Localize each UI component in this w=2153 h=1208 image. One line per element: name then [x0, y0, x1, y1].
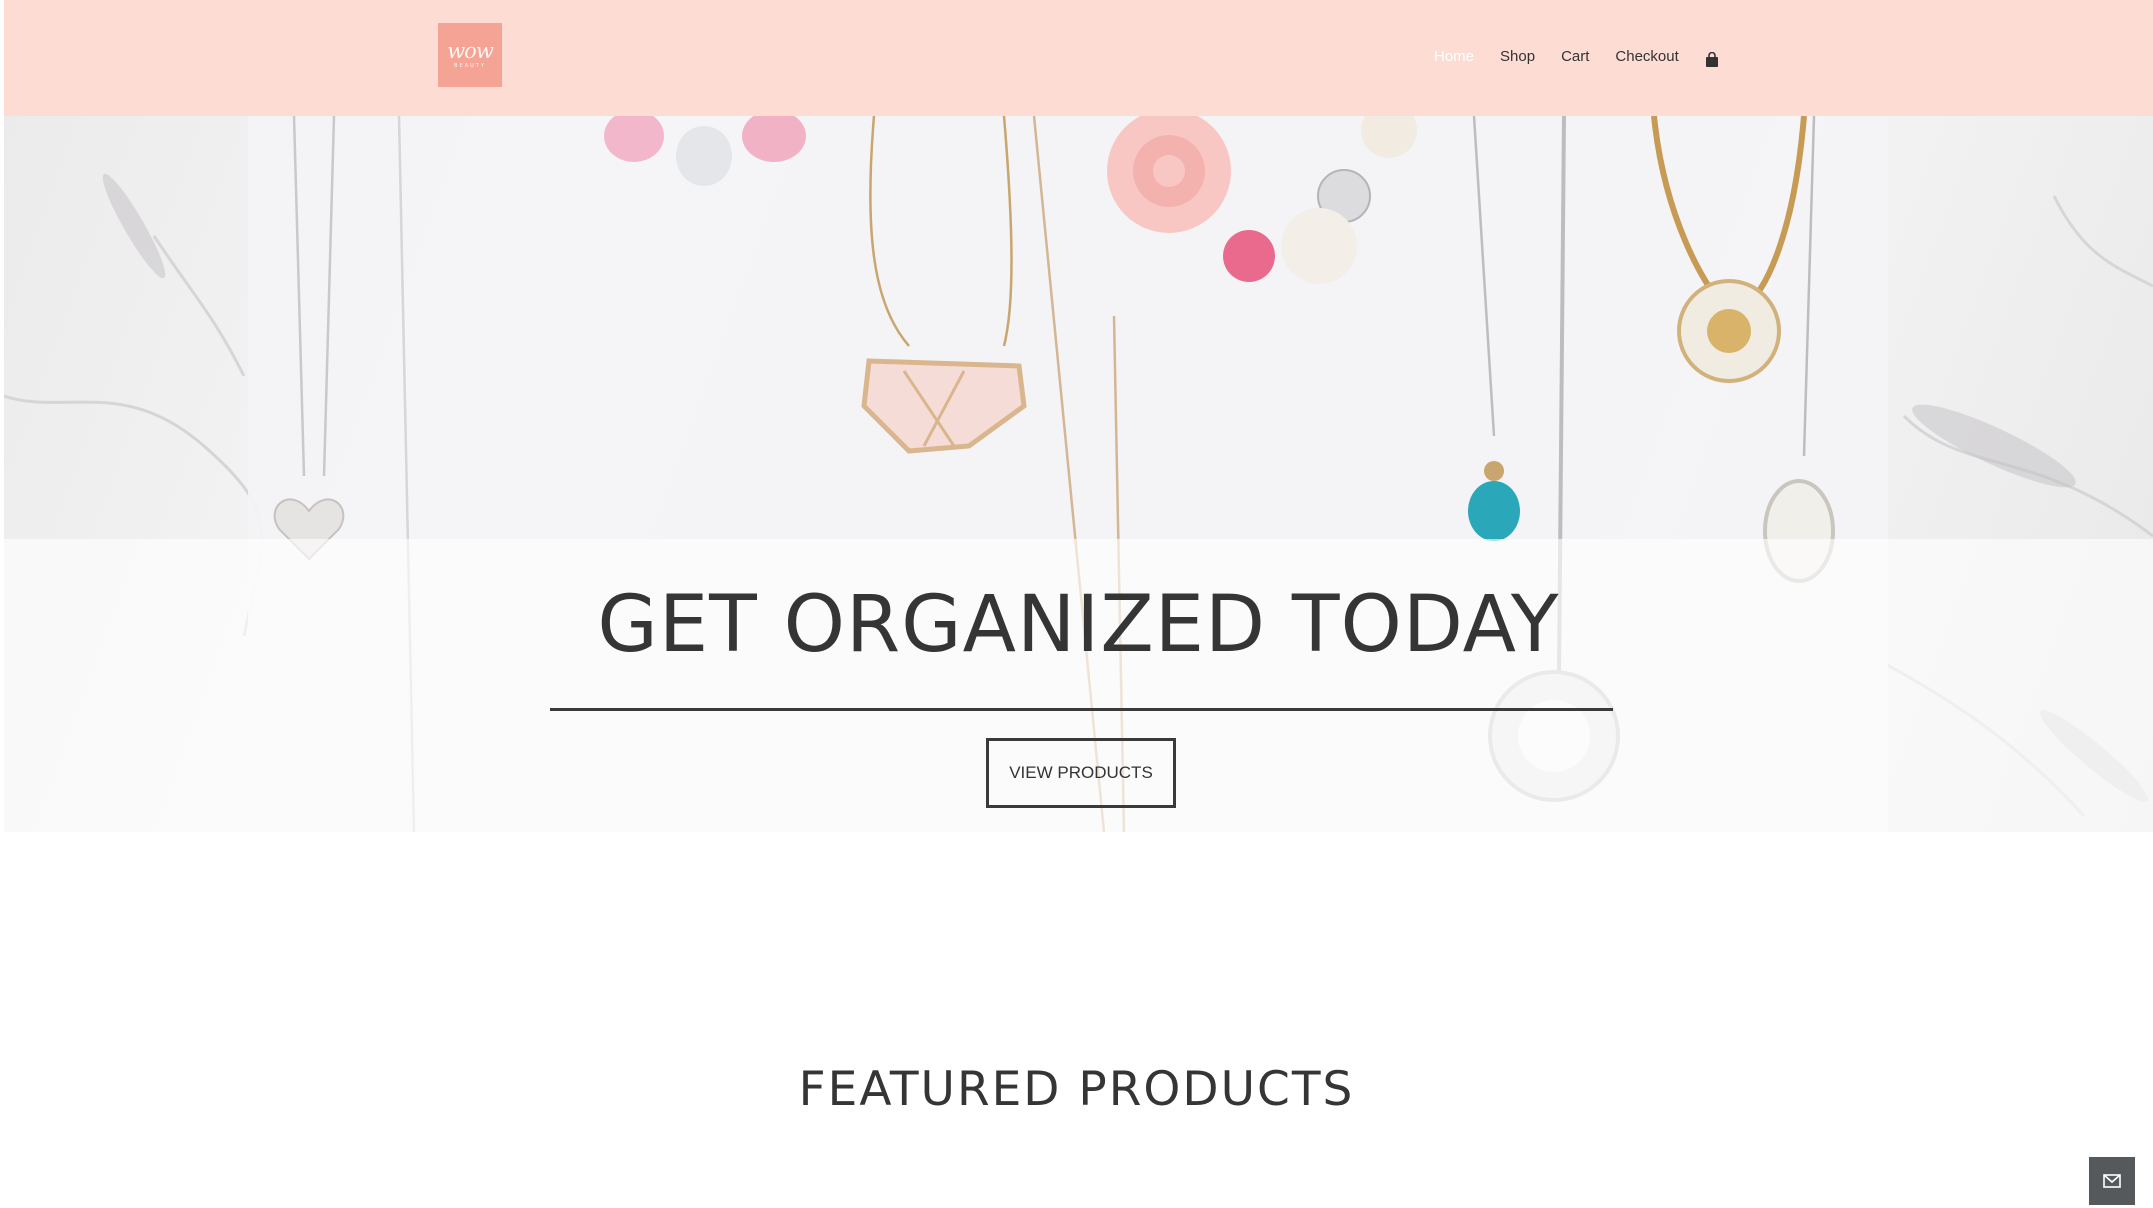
nav-home[interactable]: Home	[1434, 45, 1474, 69]
nav-checkout[interactable]: Checkout	[1615, 45, 1678, 69]
logo-sub-text: BEAUTY	[454, 63, 486, 69]
site-header: wow BEAUTY Home Shop Cart Checkout	[4, 0, 2153, 116]
main-nav: Home Shop Cart Checkout	[1434, 45, 1725, 69]
nav-shop[interactable]: Shop	[1500, 45, 1535, 69]
logo-script-text: wow	[447, 39, 494, 63]
hero-title: GET ORGANIZED TODAY	[597, 580, 1560, 670]
featured-products-heading: FEATURED PRODUCTS	[798, 1062, 1355, 1117]
shopping-bag-icon[interactable]	[1705, 46, 1725, 68]
hero-banner: GET ORGANIZED TODAY VIEW PRODUCTS	[4, 116, 2153, 832]
nav-cart[interactable]: Cart	[1561, 45, 1589, 69]
contact-button[interactable]	[2089, 1157, 2135, 1205]
mail-icon	[2103, 1174, 2121, 1188]
view-products-button[interactable]: VIEW PRODUCTS	[986, 738, 1176, 808]
page: wow BEAUTY Home Shop Cart Checkout GET O…	[0, 0, 2153, 1208]
hero-divider	[550, 708, 1613, 711]
site-logo[interactable]: wow BEAUTY	[438, 23, 502, 87]
